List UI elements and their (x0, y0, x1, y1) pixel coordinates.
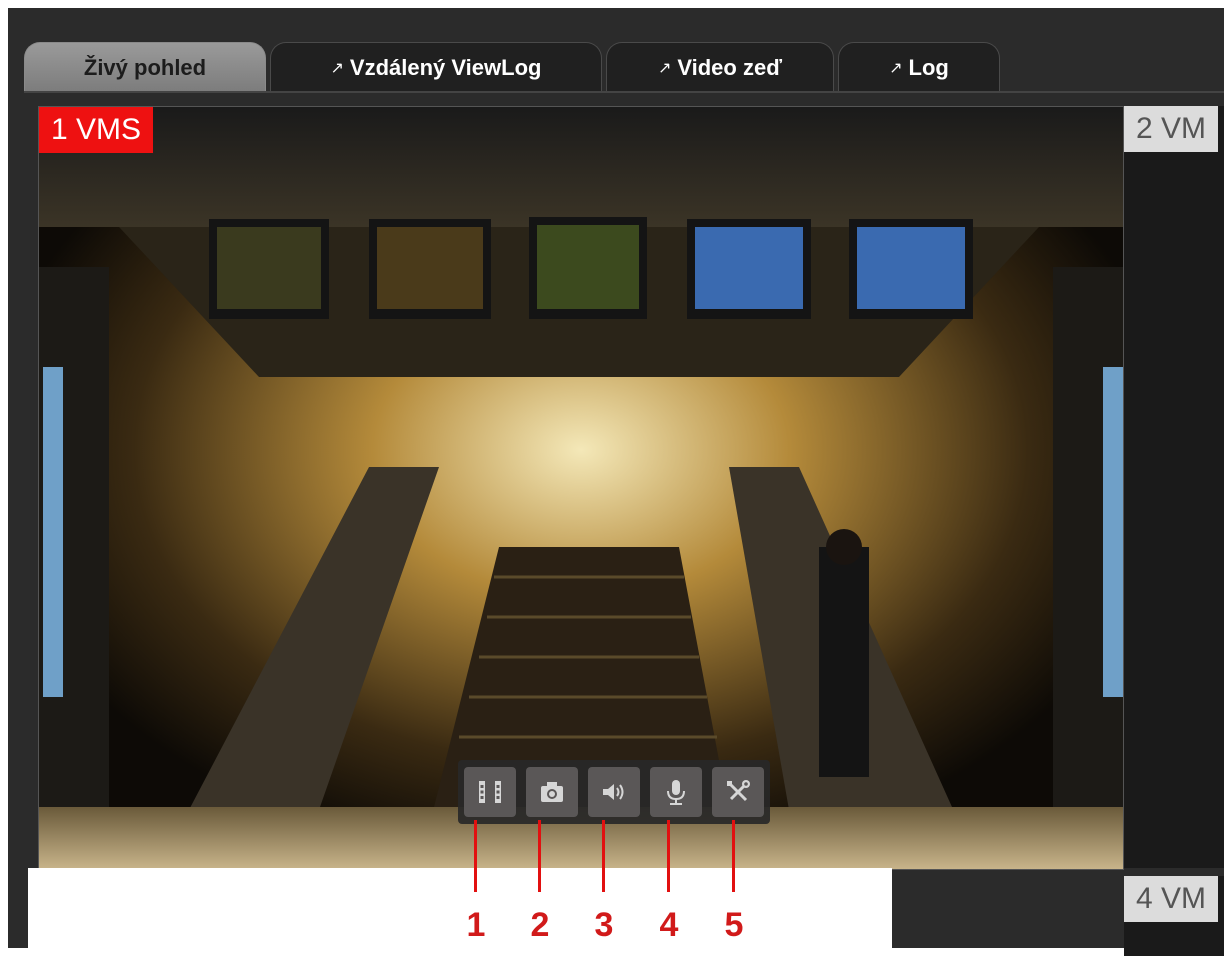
settings-button[interactable] (712, 767, 764, 817)
camera-icon (541, 782, 563, 802)
microphone-button[interactable] (650, 767, 702, 817)
tab-label: Log (908, 54, 949, 80)
callout-line (667, 820, 670, 892)
callout-number: 1 (466, 906, 486, 944)
tab-label: Vzdálený ViewLog (349, 54, 542, 80)
snapshot-button[interactable] (526, 767, 578, 817)
callout-line (474, 820, 477, 892)
callout-line (538, 820, 541, 892)
audio-button[interactable] (588, 767, 640, 817)
tools-icon (727, 780, 750, 802)
tab-log[interactable]: ↗ Log (838, 42, 1000, 92)
external-link-icon: ↗ (330, 59, 344, 77)
callout-number: 5 (724, 906, 744, 944)
tile-label: 2 VM (1124, 106, 1219, 152)
record-button[interactable] (464, 767, 516, 817)
video-tile-4[interactable]: 4 VM (1124, 876, 1224, 956)
tile-label: 4 VM (1124, 876, 1219, 922)
callout-number: 3 (594, 906, 614, 944)
tile-label: 1 VMS (39, 107, 154, 153)
camera-feed-image (39, 107, 1123, 869)
tab-label: Živý pohled (83, 54, 207, 80)
tile-toolbar (458, 760, 770, 824)
microphone-icon (667, 780, 685, 805)
callout-number: 2 (530, 906, 550, 944)
external-link-icon: ↗ (657, 59, 672, 77)
tab-video-wall[interactable]: ↗ Video zeď (606, 42, 834, 92)
tab-remote-viewlog[interactable]: ↗ Vzdálený ViewLog (270, 42, 602, 92)
callout-line (732, 820, 735, 892)
callout-line (602, 820, 605, 892)
tab-divider (24, 91, 1224, 93)
external-link-icon: ↗ (889, 59, 903, 77)
video-tile-2[interactable]: 2 VM (1124, 106, 1224, 868)
app-window: Živý pohled ↗ Vzdálený ViewLog ↗ Video z… (8, 8, 1224, 956)
film-icon (479, 781, 501, 803)
speaker-icon (603, 784, 624, 800)
callout-number: 4 (659, 906, 679, 944)
tab-live-view[interactable]: Živý pohled (24, 42, 266, 92)
video-tile-1[interactable]: 1 VMS (38, 106, 1124, 870)
tab-label: Video zeď (677, 54, 783, 80)
